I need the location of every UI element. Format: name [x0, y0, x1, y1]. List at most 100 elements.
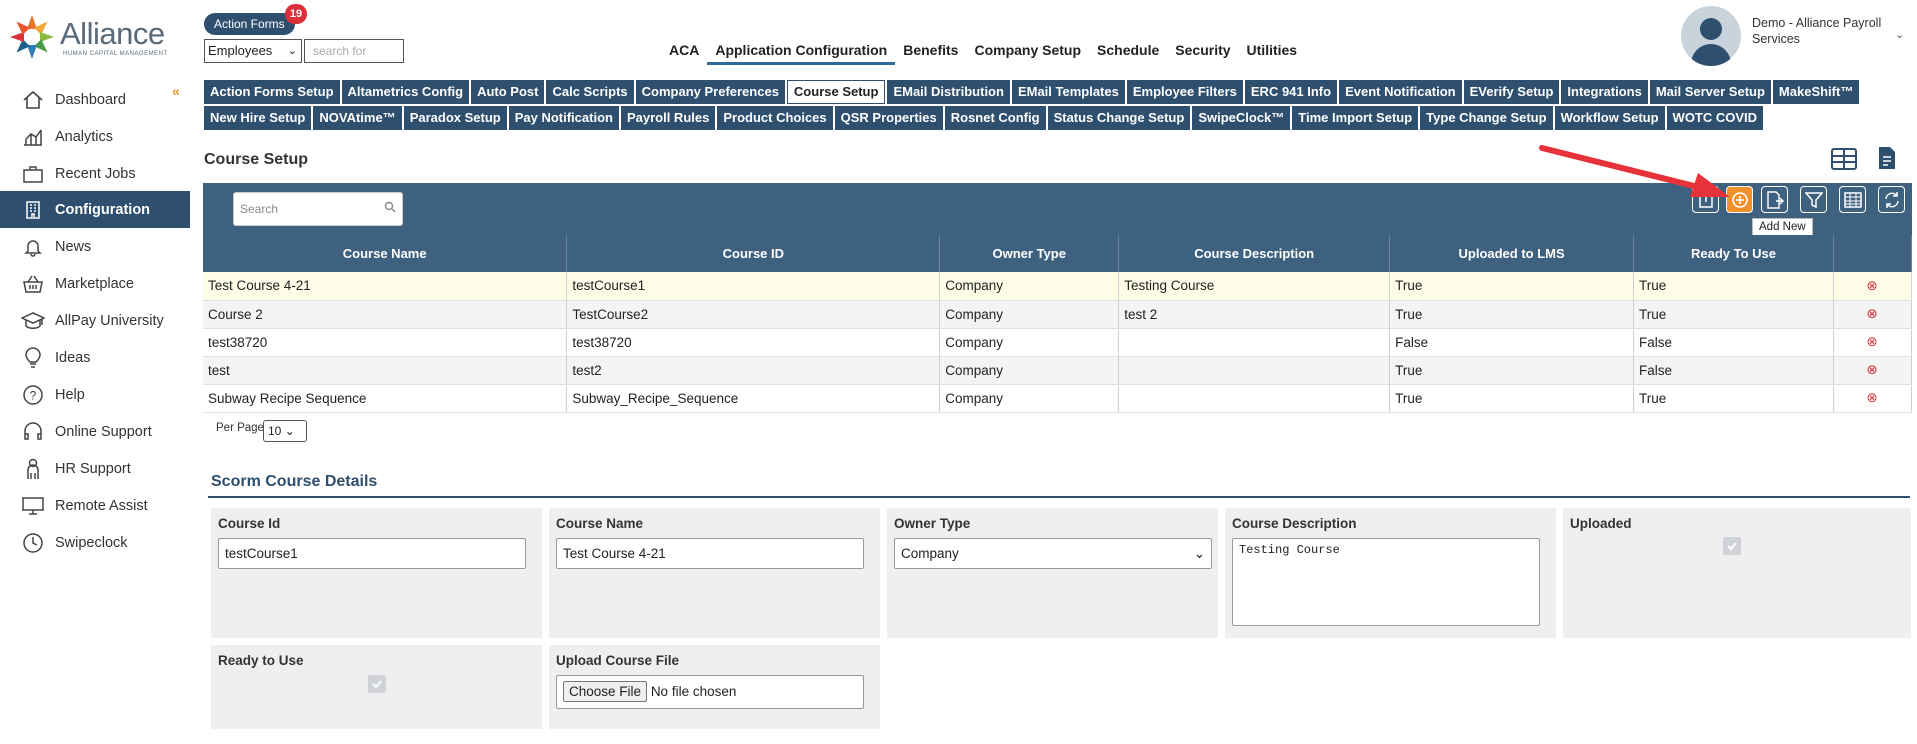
tab-makeshift[interactable]: MakeShift™ [1772, 80, 1860, 104]
tab-rosnet-config[interactable]: Rosnet Config [944, 106, 1046, 130]
grid-view-icon[interactable] [1831, 148, 1857, 173]
tab-erc-941-info[interactable]: ERC 941 Info [1244, 80, 1338, 104]
sidebar-item-hr-support[interactable]: HR Support [0, 450, 190, 487]
grid-search-input[interactable]: Search [233, 192, 403, 226]
col-owner-type[interactable]: Owner Type [939, 235, 1120, 272]
tab-course-setup[interactable]: Course Setup [786, 80, 886, 104]
user-menu-chevron-icon[interactable]: ⌄ [1895, 28, 1904, 41]
employee-type-value: Employees [208, 43, 273, 58]
columns-button[interactable] [1839, 186, 1866, 213]
tab-action-forms-setup[interactable]: Action Forms Setup [204, 80, 340, 104]
action-forms-button[interactable]: Action Forms [204, 13, 295, 35]
sidebar-item-online-support[interactable]: Online Support [0, 413, 190, 450]
tab-paradox-setup[interactable]: Paradox Setup [403, 106, 507, 130]
tab-integrations[interactable]: Integrations [1561, 80, 1648, 104]
cell-course-name: test38720 [203, 328, 568, 357]
tab-product-choices[interactable]: Product Choices [717, 106, 833, 130]
col-uploaded-to-lms[interactable]: Uploaded to LMS [1389, 235, 1635, 272]
cell-course-description: Testing Course [1118, 272, 1391, 301]
tab-calc-scripts[interactable]: Calc Scripts [546, 80, 634, 104]
sidebar-item-marketplace[interactable]: Marketplace [0, 265, 190, 302]
analytics-icon [20, 127, 46, 147]
tab-wotc-covid[interactable]: WOTC COVID [1666, 106, 1764, 130]
employee-type-select[interactable]: Employees ⌄ [204, 39, 302, 63]
ready-to-use-checkbox[interactable] [368, 675, 386, 693]
delete-icon[interactable]: ⊗ [1833, 384, 1913, 413]
nav-benefits[interactable]: Benefits [895, 38, 966, 65]
tab-altametrics-config[interactable]: Altametrics Config [341, 80, 470, 104]
delete-icon[interactable]: ⊗ [1833, 300, 1913, 329]
chevron-down-icon: ⌄ [1193, 546, 1205, 561]
sidebar-item-allpay-university[interactable]: AllPay University [0, 302, 190, 339]
tab-pay-notification[interactable]: Pay Notification [508, 106, 619, 130]
sidebar-item-recent-jobs[interactable]: Recent Jobs [0, 155, 190, 192]
course-name-field[interactable]: Test Course 4-21 [556, 538, 864, 569]
uploaded-card: Uploaded [1563, 508, 1911, 638]
import-button[interactable] [1761, 186, 1788, 213]
tab-time-import-setup[interactable]: Time Import Setup [1292, 106, 1419, 130]
tab-company-preferences[interactable]: Company Preferences [635, 80, 785, 104]
refresh-button[interactable] [1878, 186, 1905, 213]
brand-logo[interactable]: Alliance HUMAN CAPITAL MANAGEMENT [8, 12, 168, 62]
tab-qsr-properties[interactable]: QSR Properties [834, 106, 943, 130]
tab-employee-filters[interactable]: Employee Filters [1126, 80, 1243, 104]
nav-schedule[interactable]: Schedule [1089, 38, 1167, 65]
owner-type-select[interactable]: Company ⌄ [894, 538, 1212, 569]
nav-utilities[interactable]: Utilities [1239, 38, 1306, 65]
delete-icon[interactable]: ⊗ [1833, 272, 1913, 301]
course-id-field[interactable]: testCourse1 [218, 538, 526, 569]
col-course-name[interactable]: Course Name [203, 235, 568, 272]
sidebar-item-ideas[interactable]: Ideas [0, 339, 190, 376]
sidebar-item-dashboard[interactable]: Dashboard [0, 81, 190, 118]
sidebar-item-swipeclock[interactable]: Swipeclock [0, 524, 190, 561]
page-title: Course Setup [204, 151, 309, 168]
tab-status-change-setup[interactable]: Status Change Setup [1047, 106, 1191, 130]
document-icon[interactable] [1877, 146, 1897, 173]
table-icon [1843, 191, 1862, 208]
sidebar-item-analytics[interactable]: Analytics [0, 118, 190, 155]
tab-email-distribution[interactable]: EMail Distribution [887, 80, 1010, 104]
tab-email-templates[interactable]: EMail Templates [1011, 80, 1125, 104]
col-course-id[interactable]: Course ID [566, 235, 941, 272]
filter-button[interactable] [1800, 186, 1827, 213]
sidebar-item-configuration[interactable]: Configuration [0, 191, 190, 228]
tab-auto-post[interactable]: Auto Post [471, 80, 545, 104]
sidebar-item-remote-assist[interactable]: Remote Assist [0, 487, 190, 524]
table-row[interactable]: Subway Recipe Sequence Subway_Recipe_Seq… [203, 384, 1913, 413]
sidebar-item-news[interactable]: News [0, 228, 190, 265]
tab-workflow-setup[interactable]: Workflow Setup [1554, 106, 1665, 130]
tab-payroll-rules[interactable]: Payroll Rules [620, 106, 716, 130]
delete-icon[interactable]: ⊗ [1833, 356, 1913, 385]
tab-novatime[interactable]: NOVAtime™ [313, 106, 402, 130]
per-page-select[interactable]: 10 ⌄ [263, 420, 307, 442]
uploaded-checkbox[interactable] [1723, 537, 1741, 555]
course-description-textarea[interactable]: Testing Course [1232, 538, 1540, 626]
cell-course-id: TestCourse2 [566, 300, 941, 329]
choose-file-button[interactable]: Choose File [563, 681, 648, 702]
table-row[interactable]: Course 2 TestCourse2 Company test 2 True… [203, 300, 1913, 329]
avatar[interactable] [1681, 6, 1741, 66]
cell-course-description [1118, 328, 1391, 357]
cell-uploaded: True [1389, 356, 1635, 385]
nav-company-setup[interactable]: Company Setup [966, 38, 1089, 65]
briefcase-icon [20, 164, 46, 184]
user-name[interactable]: Demo - Alliance Payroll Services [1752, 15, 1882, 47]
nav-security[interactable]: Security [1167, 38, 1238, 65]
table-row[interactable]: test test2 Company True False ⊗ [203, 356, 1913, 385]
delete-icon[interactable]: ⊗ [1833, 328, 1913, 357]
sidebar-item-help[interactable]: ? Help [0, 376, 190, 413]
tab-event-notification[interactable]: Event Notification [1339, 80, 1462, 104]
table-row[interactable]: Test Course 4-21 testCourse1 Company Tes… [203, 272, 1913, 301]
tab-swipeclock[interactable]: SwipeClock™ [1192, 106, 1291, 130]
col-ready-to-use[interactable]: Ready To Use [1633, 235, 1834, 272]
nav-aca[interactable]: ACA [661, 38, 707, 65]
col-course-description[interactable]: Course Description [1118, 235, 1391, 272]
tab-type-change-setup[interactable]: Type Change Setup [1420, 106, 1553, 130]
table-row[interactable]: test38720 test38720 Company False False … [203, 328, 1913, 357]
tab-new-hire-setup[interactable]: New Hire Setup [204, 106, 312, 130]
cell-ready: False [1633, 328, 1834, 357]
tab-everify-setup[interactable]: EVerify Setup [1463, 80, 1560, 104]
nav-application-configuration[interactable]: Application Configuration [707, 38, 896, 65]
global-search-input[interactable]: search for [304, 39, 404, 63]
tab-mail-server-setup[interactable]: Mail Server Setup [1649, 80, 1771, 104]
